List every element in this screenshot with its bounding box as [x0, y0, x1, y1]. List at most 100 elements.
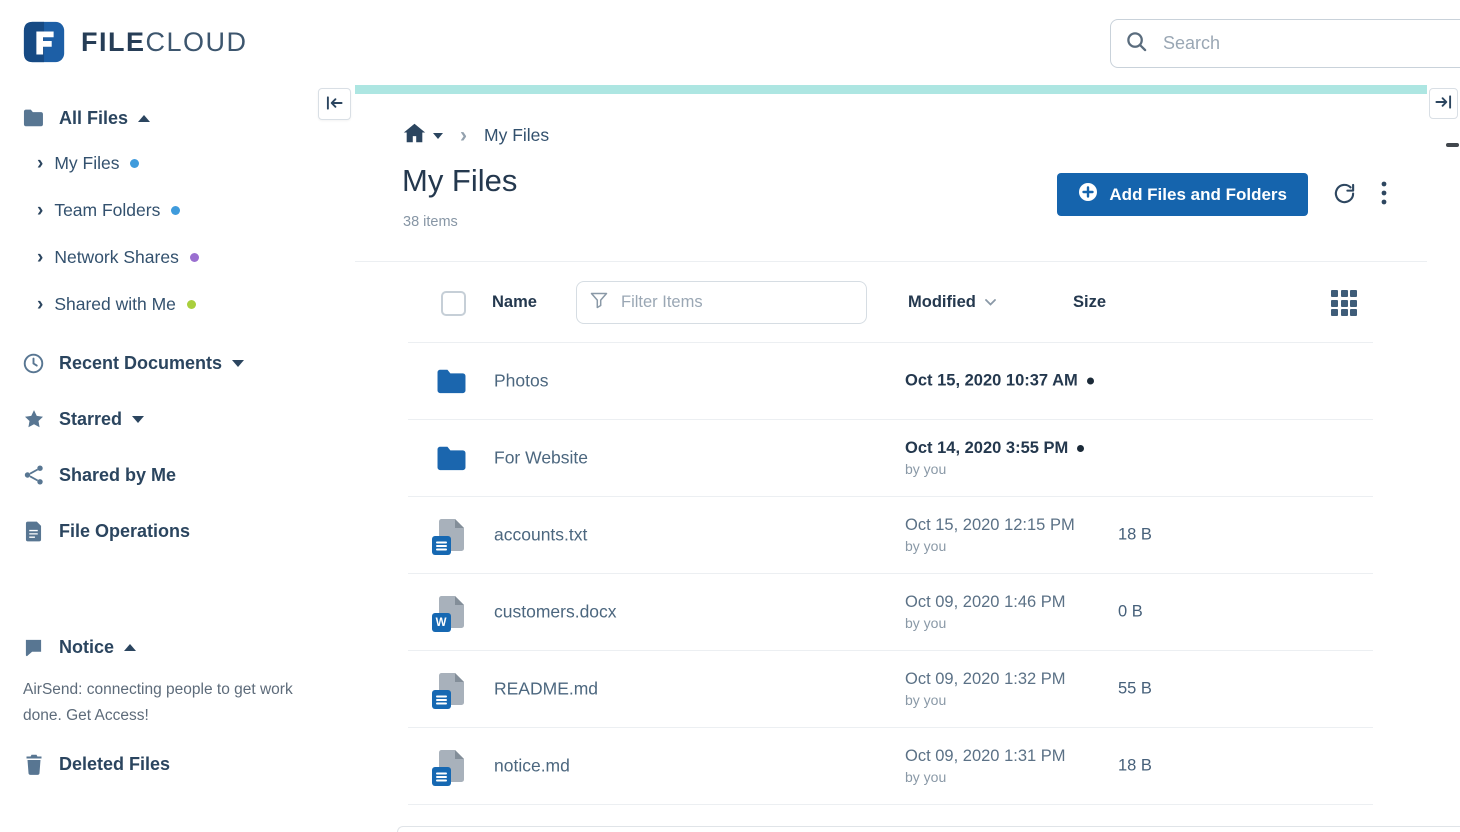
filecloud-logo-icon — [22, 19, 68, 65]
table-row[interactable]: accounts.txt Oct 15, 2020 12:15 PM by yo… — [408, 497, 1373, 574]
sidebar-item-shared-by-me[interactable]: Shared by Me — [0, 447, 355, 503]
sidebar-collapse-button[interactable] — [318, 88, 351, 120]
grid-view-icon[interactable] — [1331, 290, 1357, 316]
status-dot — [171, 206, 180, 215]
chevron-right-icon: › — [37, 248, 43, 267]
page-actions: Add Files and Folders — [1057, 173, 1387, 216]
page-title: My Files — [402, 163, 517, 199]
file-name[interactable]: Photos — [494, 371, 548, 392]
refresh-button[interactable] — [1333, 182, 1356, 208]
sidebar-item-label: Notice — [59, 637, 114, 658]
column-header-name[interactable]: Name — [492, 293, 537, 312]
table-row[interactable]: README.md Oct 09, 2020 1:32 PM by you 55… — [408, 651, 1373, 728]
modified-cell: Oct 14, 2020 3:55 PM by you — [905, 439, 1084, 477]
sidebar-item-label: File Operations — [59, 521, 190, 542]
sidebar-item-network-shares[interactable]: › Network Shares — [0, 234, 355, 281]
breadcrumb-current[interactable]: My Files — [484, 125, 549, 146]
collapse-left-icon — [326, 96, 343, 113]
table-row[interactable]: notice.md Oct 09, 2020 1:31 PM by you 18… — [408, 728, 1373, 805]
breadcrumb: › My Files — [403, 123, 549, 148]
chevron-right-icon: › — [37, 201, 43, 220]
home-icon — [403, 123, 426, 148]
breadcrumb-home[interactable] — [403, 123, 443, 148]
plus-circle-icon — [1078, 182, 1098, 207]
modified-by: by you — [905, 615, 1066, 631]
modified-cell: Oct 15, 2020 10:37 AM — [905, 372, 1094, 391]
column-header-size[interactable]: Size — [1073, 293, 1106, 312]
sidebar-item-deleted-files[interactable]: Deleted Files — [0, 736, 355, 792]
modified-cell: Oct 09, 2020 1:31 PM by you — [905, 747, 1066, 785]
share-icon — [21, 465, 46, 485]
file-size: 18 B — [1118, 757, 1152, 776]
sidebar-item-team-folders[interactable]: › Team Folders — [0, 187, 355, 234]
file-name[interactable]: notice.md — [494, 756, 570, 777]
sidebar-item-all-files[interactable]: All Files — [0, 96, 355, 140]
filecloud-logo[interactable]: FILECLOUD — [22, 19, 248, 65]
folder-icon — [433, 440, 469, 476]
funnel-icon — [590, 292, 608, 314]
sidebar-item-file-operations[interactable]: File Operations — [0, 503, 355, 559]
sidebar-item-label: Deleted Files — [59, 754, 170, 775]
status-dot — [190, 253, 199, 262]
notice-message[interactable]: AirSend: connecting people to get work d… — [0, 675, 355, 729]
file-name[interactable]: accounts.txt — [494, 525, 587, 546]
text-file-icon — [433, 671, 469, 707]
search-icon — [1126, 31, 1147, 57]
file-name[interactable]: For Website — [494, 448, 588, 469]
sidebar: All Files › My Files › Team Folders › Ne… — [0, 85, 355, 832]
sidebar-item-starred[interactable]: Starred — [0, 391, 355, 447]
expand-panel-button[interactable] — [1429, 88, 1458, 119]
global-search[interactable] — [1110, 19, 1460, 68]
modified-by: by you — [905, 692, 1066, 708]
star-icon — [21, 409, 46, 430]
text-file-icon — [433, 517, 469, 553]
modified-cell: Oct 15, 2020 12:15 PM by you — [905, 516, 1075, 554]
column-header-modified-label: Modified — [908, 293, 976, 312]
add-files-button[interactable]: Add Files and Folders — [1057, 173, 1308, 216]
modified-cell: Oct 09, 2020 1:46 PM by you — [905, 593, 1066, 631]
caret-up-icon — [138, 115, 150, 122]
more-options-button[interactable] — [1381, 181, 1387, 208]
top-bar: FILECLOUD — [0, 0, 1460, 85]
file-name[interactable]: customers.docx — [494, 602, 617, 623]
sidebar-item-my-files[interactable]: › My Files — [0, 140, 355, 187]
table-row[interactable]: W customers.docx Oct 09, 2020 1:46 PM by… — [408, 574, 1373, 651]
caret-down-icon — [232, 360, 244, 367]
right-rail — [1427, 85, 1460, 832]
modified-date: Oct 14, 2020 3:55 PM — [905, 439, 1068, 457]
sidebar-item-shared-with-me[interactable]: › Shared with Me — [0, 281, 355, 328]
status-dot — [187, 300, 196, 309]
sidebar-item-label: Shared by Me — [59, 465, 176, 486]
modified-date: Oct 09, 2020 1:46 PM — [905, 593, 1066, 611]
modified-cell: Oct 09, 2020 1:32 PM by you — [905, 670, 1066, 708]
table-header: Name Modified Size — [408, 262, 1373, 343]
file-size: 0 B — [1118, 603, 1143, 622]
caret-up-icon — [124, 644, 136, 651]
text-file-icon — [433, 748, 469, 784]
caret-down-icon — [132, 416, 144, 423]
logo-text-file: FILE — [81, 27, 146, 57]
modified-date: Oct 15, 2020 10:37 AM — [905, 372, 1078, 390]
search-input[interactable] — [1161, 32, 1460, 55]
sidebar-item-label: Recent Documents — [59, 353, 222, 374]
scrollbar-thumb[interactable] — [1446, 143, 1459, 147]
table-row[interactable]: Photos Oct 15, 2020 10:37 AM — [408, 343, 1373, 420]
sort-chevron-icon — [985, 299, 996, 306]
table-row[interactable]: For Website Oct 14, 2020 3:55 PM by you — [408, 420, 1373, 497]
chevron-right-icon: › — [37, 154, 43, 173]
column-header-modified[interactable]: Modified — [908, 293, 996, 312]
folder-icon — [433, 363, 469, 399]
filter-input[interactable] — [619, 292, 853, 313]
expand-right-icon — [1435, 95, 1452, 112]
sidebar-item-recent-documents[interactable]: Recent Documents — [0, 335, 355, 391]
modified-by: by you — [905, 461, 1084, 477]
sidebar-item-label: Shared with Me — [54, 294, 176, 315]
caret-down-icon — [433, 133, 443, 139]
sidebar-item-notice[interactable]: Notice — [0, 619, 355, 675]
file-name[interactable]: README.md — [494, 679, 598, 700]
modified-date: Oct 09, 2020 1:31 PM — [905, 747, 1066, 765]
logo-text: FILECLOUD — [81, 27, 248, 58]
filter-box[interactable] — [576, 281, 867, 324]
select-all-checkbox[interactable] — [441, 291, 466, 316]
file-size: 55 B — [1118, 680, 1152, 699]
